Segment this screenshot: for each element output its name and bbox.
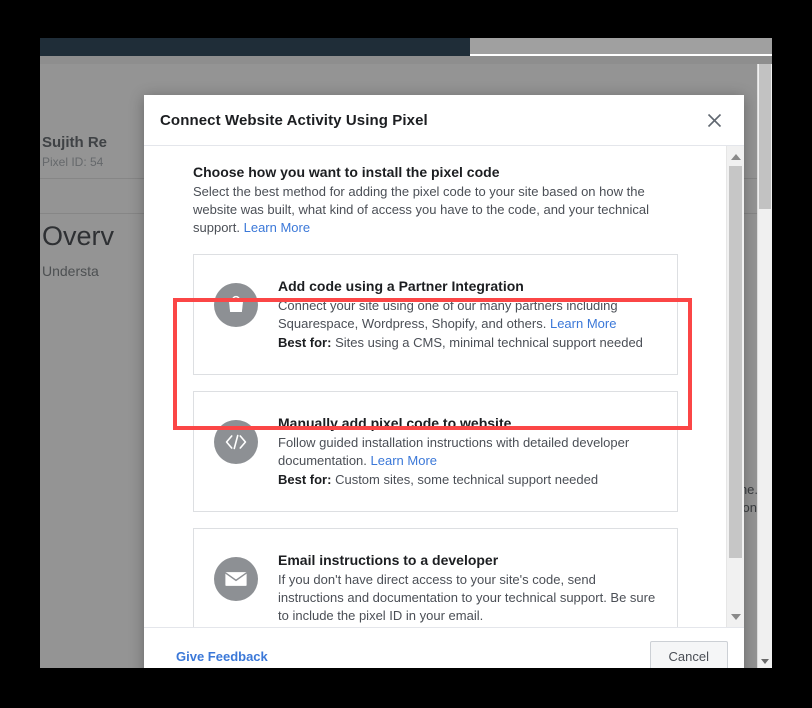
- scroll-up-arrow-icon[interactable]: [727, 148, 744, 165]
- modal-scroll-content: Choose how you want to install the pixel…: [144, 146, 727, 627]
- page-topbar-shadow: [40, 56, 772, 64]
- option-best-for-label: Best for:: [278, 335, 332, 350]
- modal-scrollbar-thumb[interactable]: [729, 166, 742, 558]
- background-account-name: Sujith Re: [42, 134, 108, 151]
- close-icon: [707, 113, 722, 128]
- option-card-manual-code[interactable]: Manually add pixel code to website Follo…: [193, 391, 678, 512]
- browser-page: Sujith Re Pixel ID: 54 Overv Understa ud…: [40, 38, 772, 668]
- cancel-button[interactable]: Cancel: [649, 641, 728, 668]
- install-options-list: Add code using a Partner Integration Con…: [144, 254, 727, 627]
- background-page-heading: Overv: [42, 221, 115, 251]
- pixel-install-modal: Connect Website Activity Using Pixel Cho…: [144, 95, 744, 668]
- modal-title: Connect Website Activity Using Pixel: [160, 111, 428, 129]
- option-title: Email instructions to a developer: [278, 552, 499, 568]
- envelope-icon: [214, 557, 258, 601]
- intro-heading: Choose how you want to install the pixel…: [193, 164, 500, 180]
- page-scroll-down-arrow-icon[interactable]: [761, 659, 769, 664]
- background-page-subheading: Understa: [42, 263, 99, 279]
- intro-learn-more-link[interactable]: Learn More: [244, 220, 310, 235]
- give-feedback-link[interactable]: Give Feedback: [176, 649, 268, 664]
- option-title: Manually add pixel code to website: [278, 415, 512, 431]
- option-best-for: Best for: Custom sites, some technical s…: [278, 471, 659, 489]
- option-text-email-developer: Email instructions to a developer If you…: [278, 551, 659, 627]
- option-learn-more-link[interactable]: Learn More: [550, 316, 616, 331]
- intro-body: Select the best method for adding the pi…: [193, 183, 653, 237]
- option-card-email-developer[interactable]: Email instructions to a developer If you…: [193, 528, 678, 627]
- close-button[interactable]: [700, 106, 728, 134]
- page-scrollbar[interactable]: [757, 64, 772, 668]
- page-topbar-right: [470, 38, 772, 54]
- modal-header: Connect Website Activity Using Pixel: [144, 95, 744, 146]
- page-scrollbar-thumb[interactable]: [759, 64, 771, 209]
- option-best-for: Best for:: [278, 626, 659, 627]
- option-description: Connect your site using one of our many …: [278, 297, 659, 333]
- option-text-manual-code: Manually add pixel code to website Follo…: [278, 414, 659, 489]
- option-card-partner-integration[interactable]: Add code using a Partner Integration Con…: [193, 254, 678, 375]
- option-best-for: Best for: Sites using a CMS, minimal tec…: [278, 334, 659, 352]
- intro-block: Choose how you want to install the pixel…: [144, 164, 727, 237]
- option-description: Follow guided installation instructions …: [278, 434, 659, 470]
- scroll-down-arrow-icon[interactable]: [727, 608, 744, 625]
- page-topbar: [40, 38, 470, 56]
- option-best-for-value: Custom sites, some technical support nee…: [335, 472, 599, 487]
- background-pixel-id: Pixel ID: 54: [42, 155, 104, 169]
- screen: Sujith Re Pixel ID: 54 Overv Understa ud…: [0, 0, 812, 708]
- modal-scrollbar[interactable]: [726, 146, 744, 627]
- option-best-for-label: Best for:: [278, 472, 332, 487]
- option-description-text: Follow guided installation instructions …: [278, 435, 630, 468]
- code-brackets-icon: [214, 420, 258, 464]
- modal-footer: Give Feedback Cancel: [144, 627, 744, 668]
- option-text-partner-integration: Add code using a Partner Integration Con…: [278, 277, 659, 352]
- option-description: If you don't have direct access to your …: [278, 572, 656, 623]
- shopping-bag-icon: [214, 283, 258, 327]
- modal-body: Choose how you want to install the pixel…: [144, 146, 744, 627]
- option-best-for-value: Sites using a CMS, minimal technical sup…: [335, 335, 643, 350]
- option-title: Add code using a Partner Integration: [278, 278, 524, 294]
- option-learn-more-link[interactable]: Learn More: [371, 453, 437, 468]
